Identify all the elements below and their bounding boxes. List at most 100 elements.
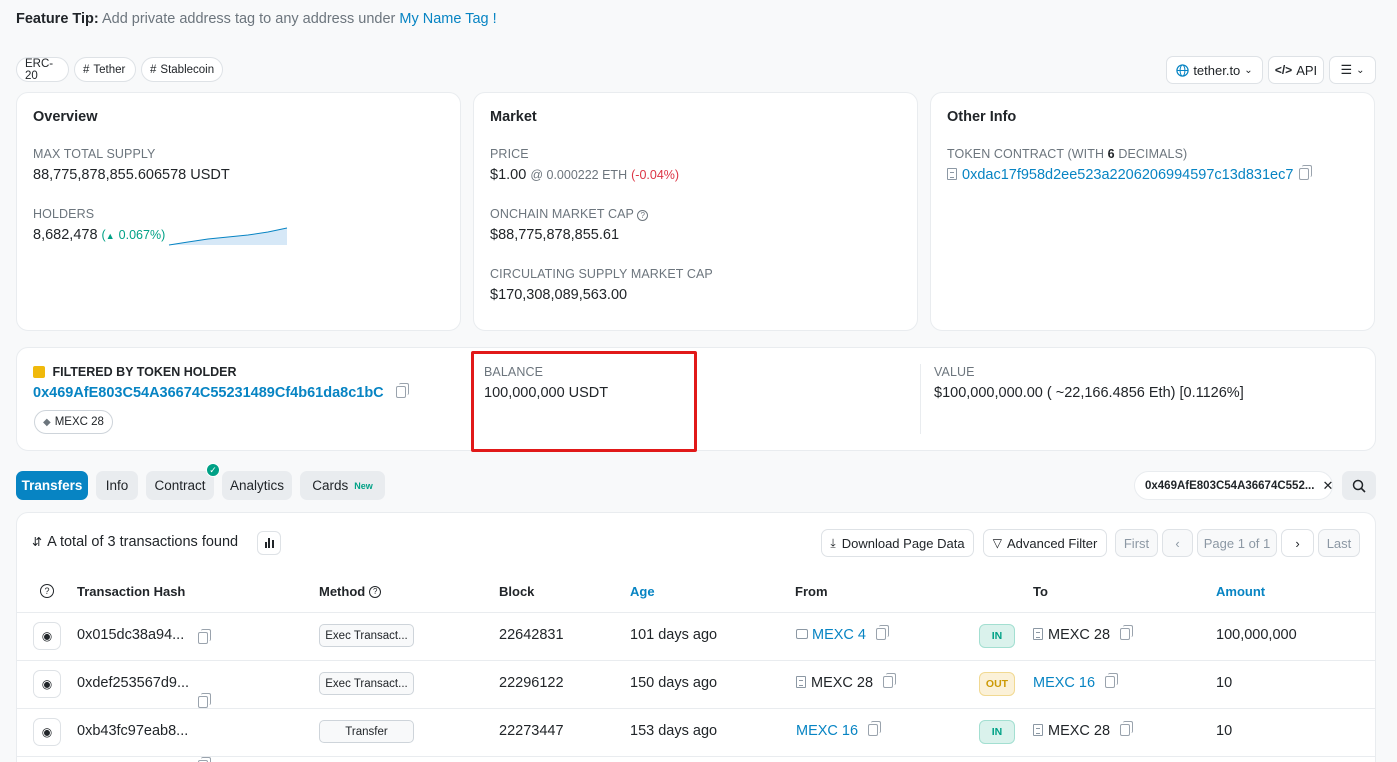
to-link[interactable]: MEXC 16 [1033, 675, 1095, 691]
tx-hash-link[interactable]: 0x015dc38a94... [77, 627, 184, 643]
onchain-market-cap-value: $88,775,878,855.61 [490, 227, 620, 243]
from-label: MEXC 28 [811, 675, 874, 691]
from-link[interactable]: MEXC 4 [812, 627, 866, 643]
next-page-button[interactable]: › [1281, 529, 1314, 557]
copy-icon[interactable] [1299, 165, 1313, 180]
onchain-market-cap-row: ONCHAIN MARKET CAP ? [490, 207, 649, 221]
age-value: 153 days ago [630, 723, 718, 739]
hash-icon: # [150, 63, 157, 76]
advanced-filter-label: Advanced Filter [1006, 535, 1098, 551]
tab-cards-label: Cards [312, 478, 349, 493]
tag-erc20[interactable]: ERC-20 [16, 57, 69, 82]
row-divider [17, 708, 1375, 709]
block-link[interactable]: 22642831 [499, 627, 564, 643]
search-button[interactable] [1342, 471, 1376, 500]
row-divider [17, 660, 1375, 661]
copy-icon[interactable] [1120, 625, 1134, 640]
first-page-button[interactable]: First [1115, 529, 1158, 557]
col-method-label: Method [319, 584, 366, 599]
copy-icon[interactable] [1120, 721, 1134, 736]
help-icon[interactable]: ? [637, 210, 649, 221]
help-icon[interactable]: ? [369, 585, 382, 598]
options-menu-button[interactable]: ☰ ⌄ [1329, 56, 1376, 84]
download-page-data-button[interactable]: ⤓ Download Page Data [821, 529, 974, 557]
to-address: MEXC 28 [1033, 721, 1134, 739]
amount-value: 10 [1216, 723, 1233, 739]
tab-contract[interactable]: Contract [146, 471, 214, 500]
col-to: To [1033, 584, 1048, 599]
col-from: From [795, 584, 828, 599]
overview-title: Overview [33, 109, 98, 125]
tab-info[interactable]: Info [96, 471, 138, 500]
checklist-icon: ☰ [1340, 62, 1353, 77]
eye-icon[interactable]: ◉ [33, 718, 61, 746]
holder-tag[interactable]: ◆ MEXC 28 [34, 410, 113, 434]
help-icon[interactable]: ? [40, 584, 54, 598]
api-button[interactable]: </> API [1268, 56, 1324, 84]
holder-address-link[interactable]: 0x469AfE803C54A36674C55231489Cf4b61da8c1… [33, 385, 384, 401]
row-divider [17, 756, 1375, 757]
up-arrow-icon: ▲ [105, 231, 115, 241]
balance-value: 100,000,000 USDT [484, 385, 609, 401]
my-name-tag-link[interactable]: My Name Tag ! [399, 11, 496, 27]
copy-icon[interactable] [1105, 673, 1119, 688]
tab-analytics[interactable]: Analytics [222, 471, 292, 500]
tab-cards[interactable]: Cards New [300, 471, 385, 500]
from-address: MEXC 16 [796, 721, 882, 739]
address-filter-chip[interactable]: 0x469AfE803C54A36674C552... ✕ [1134, 471, 1333, 500]
tag-stablecoin-label: Stablecoin [160, 63, 215, 76]
copy-icon[interactable] [395, 383, 409, 398]
eye-icon[interactable]: ◉ [33, 622, 61, 650]
tag-tether[interactable]: # Tether [74, 57, 136, 82]
other-info-title: Other Info [947, 109, 1017, 125]
tx-hash-link[interactable]: 0xdef253567d9... [77, 675, 189, 691]
method-badge: Exec Transact... [319, 672, 414, 695]
filter-label: FILTERED BY TOKEN HOLDER [52, 365, 237, 379]
block-link[interactable]: 22273447 [499, 723, 564, 739]
contract-file-icon [947, 168, 957, 180]
copy-icon[interactable] [876, 625, 889, 640]
website-label: tether.to [1193, 62, 1241, 78]
col-amount[interactable]: Amount [1216, 584, 1265, 599]
circ-market-cap-label: CIRCULATING SUPPLY MARKET CAP [490, 267, 713, 281]
chart-icon[interactable] [257, 531, 281, 555]
advanced-filter-button[interactable]: ▽ Advanced Filter [983, 529, 1107, 557]
prev-page-button[interactable]: ‹ [1162, 529, 1193, 557]
direction-badge-in: IN [979, 624, 1015, 648]
copy-icon[interactable] [198, 693, 211, 708]
col-block: Block [499, 584, 535, 599]
api-label: API [1296, 62, 1318, 78]
tab-transfers[interactable]: Transfers [16, 471, 88, 500]
globe-icon [1176, 63, 1189, 77]
max-supply-label: MAX TOTAL SUPPLY [33, 147, 156, 161]
close-icon[interactable]: ✕ [1322, 478, 1333, 494]
eye-icon[interactable]: ◉ [33, 670, 61, 698]
wallet-icon [796, 629, 808, 639]
amount-value: 100,000,000 [1216, 627, 1297, 643]
copy-icon[interactable] [883, 673, 897, 688]
from-link[interactable]: MEXC 16 [796, 723, 858, 739]
chevron-right-icon: › [1295, 535, 1300, 551]
col-age[interactable]: Age [630, 584, 655, 599]
chevron-down-icon: ⌄ [1356, 64, 1365, 76]
tag-tether-label: Tether [93, 63, 126, 76]
method-badge: Exec Transact... [319, 624, 414, 647]
direction-badge-in: IN [979, 720, 1015, 744]
filter-label-row: FILTERED BY TOKEN HOLDER [33, 365, 237, 379]
token-contract-link[interactable]: 0xdac17f958d2ee523a2206206994597c13d831e… [962, 167, 1293, 183]
copy-icon[interactable] [868, 721, 882, 736]
tx-hash-link[interactable]: 0xb43fc97eab8... [77, 723, 188, 739]
tag-icon: ◆ [43, 416, 51, 428]
block-link[interactable]: 22296122 [499, 675, 564, 691]
from-address: MEXC 4 [796, 625, 889, 643]
copy-icon[interactable] [198, 629, 211, 644]
amount-value: 10 [1216, 675, 1233, 691]
verified-check-icon: ✓ [206, 463, 220, 477]
last-page-button[interactable]: Last [1318, 529, 1360, 557]
decimals-value: 6 [1107, 147, 1115, 161]
download-label: Download Page Data [841, 535, 965, 551]
download-icon: ⤓ [830, 535, 836, 550]
to-address: MEXC 16 [1033, 673, 1119, 691]
tag-stablecoin[interactable]: # Stablecoin [141, 57, 223, 82]
website-button[interactable]: tether.to ⌄ [1166, 56, 1263, 84]
